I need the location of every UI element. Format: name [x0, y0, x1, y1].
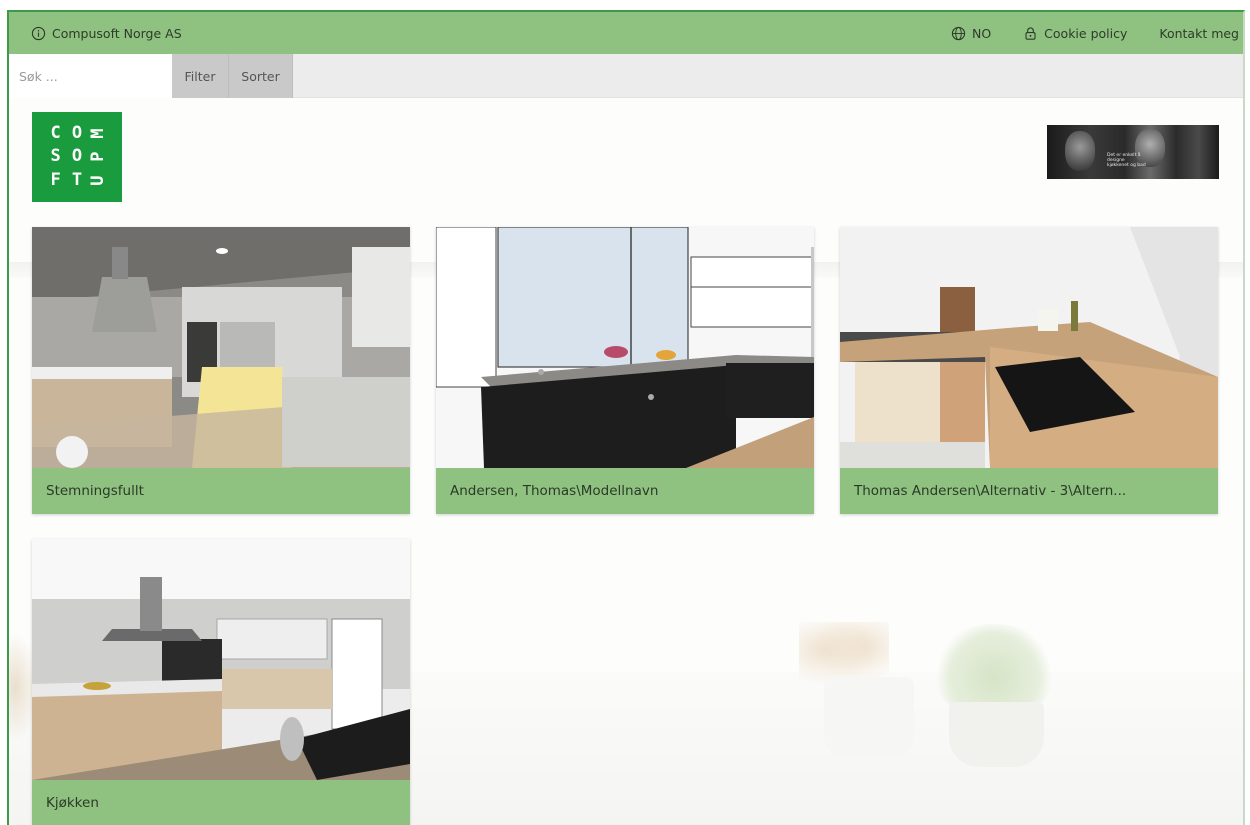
search-bar: Filter Sorter [9, 54, 1243, 98]
project-title: Kjøkken [32, 780, 410, 825]
background-pot [949, 702, 1044, 767]
project-card[interactable]: Stemningsfullt [32, 227, 410, 514]
kitchen-render-image [32, 539, 410, 780]
sort-button[interactable]: Sorter [229, 54, 293, 98]
project-thumbnail [436, 227, 814, 468]
logo-letter: U [87, 175, 108, 186]
promo-banner[interactable]: Det er enkelt å designe kjøkkenet og bad [1047, 125, 1219, 179]
project-card[interactable]: Thomas Andersen\Alternativ - 3\Altern... [840, 227, 1218, 514]
promo-person-image [1065, 131, 1095, 171]
promo-text: Det er enkelt å designe kjøkkenet og bad [1107, 153, 1146, 168]
logo-letter: O [71, 123, 83, 144]
app-window: Compusoft Norge AS NO Cookie policy Kont… [7, 10, 1245, 825]
contact-link[interactable]: Kontakt meg [1159, 26, 1239, 41]
top-bar: Compusoft Norge AS NO Cookie policy Kont… [9, 12, 1243, 54]
project-card[interactable]: Andersen, Thomas\Modellnavn [436, 227, 814, 514]
filter-button[interactable]: Filter [172, 54, 229, 98]
info-icon [31, 26, 46, 40]
project-title: Stemningsfullt [32, 468, 410, 514]
logo-letter: M [87, 128, 108, 139]
project-thumbnail [840, 227, 1218, 468]
background-cup [824, 677, 914, 757]
project-card[interactable]: Kjøkken [32, 539, 410, 825]
compusoft-logo[interactable]: C O M S O P F T U [32, 112, 122, 202]
logo-letter: C [50, 123, 61, 144]
background-plant [934, 624, 1054, 714]
globe-icon [951, 26, 966, 40]
project-title: Andersen, Thomas\Modellnavn [436, 468, 814, 514]
project-title: Thomas Andersen\Alternativ - 3\Altern... [840, 468, 1218, 514]
logo-letter: O [71, 146, 83, 167]
search-input[interactable] [9, 54, 172, 98]
company-name: Compusoft Norge AS [52, 25, 182, 41]
kitchen-render-image [32, 227, 410, 468]
language-label: NO [971, 25, 992, 41]
kitchen-render-image [840, 227, 1218, 468]
logo-letter: P [87, 151, 108, 163]
logo-letter: T [71, 169, 83, 190]
contact-label: Kontakt meg [1159, 25, 1239, 41]
cookie-policy-link[interactable]: Cookie policy [1023, 26, 1127, 41]
project-thumbnail [32, 539, 410, 780]
language-selector[interactable]: NO [951, 26, 991, 41]
kitchen-render-image [436, 227, 814, 468]
logo-letter: S [50, 146, 61, 167]
cookie-policy-label: Cookie policy [1044, 25, 1128, 41]
company-info[interactable]: Compusoft Norge AS [9, 26, 182, 41]
logo-letter: F [50, 169, 61, 190]
project-thumbnail [32, 227, 410, 468]
lock-icon [1025, 26, 1036, 40]
